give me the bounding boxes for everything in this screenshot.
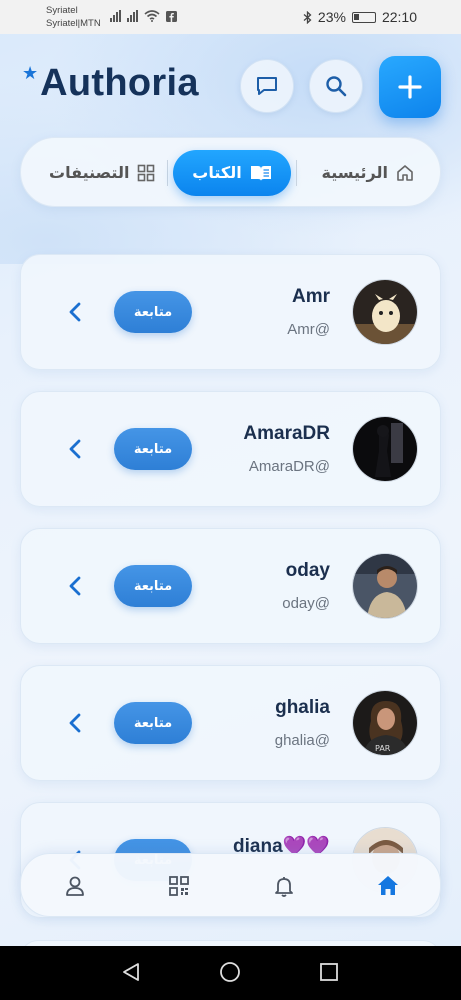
user-handle: AmaraDR@	[248, 458, 330, 475]
carrier-line-1: Syriatel	[46, 5, 78, 16]
system-nav-bar	[0, 946, 461, 1000]
app-title: Authoria	[40, 62, 199, 104]
clock: 22:10	[381, 9, 417, 25]
nav-categories[interactable]	[165, 872, 193, 900]
star-icon: ★	[22, 63, 39, 83]
user-card[interactable]: oday oday@ متابعة	[20, 528, 441, 644]
status-bar: Syriatel Syriatel|MTN 23% 22:10	[0, 0, 461, 34]
back-icon[interactable]	[120, 961, 142, 983]
user-name: AmaraDR	[243, 423, 330, 444]
add-button[interactable]	[379, 56, 441, 118]
messages-button[interactable]	[240, 59, 294, 113]
avatar[interactable]	[352, 279, 418, 345]
status-right: 23% 22:10	[303, 9, 417, 25]
chevron-left-icon[interactable]	[65, 575, 85, 597]
app-logo: ★ Authoria	[22, 62, 199, 105]
recents-icon[interactable]	[318, 961, 340, 983]
search-icon	[326, 76, 347, 97]
user-handle: oday@	[282, 595, 330, 612]
nav-notifications[interactable]	[270, 872, 298, 900]
carrier-line-2: Syriatel|MTN	[46, 18, 101, 29]
avatar[interactable]: PAR	[352, 690, 418, 756]
nav-home[interactable]	[374, 872, 402, 900]
top-tabs: التصنيفات الكتاب الرئيسية	[20, 137, 441, 207]
signal-icons	[110, 10, 177, 22]
tab-authors[interactable]: الكتاب	[173, 150, 291, 196]
tab-home-label: الرئيسية	[321, 165, 389, 182]
carrier-info: Syriatel Syriatel|MTN	[46, 4, 101, 30]
tab-divider	[167, 160, 168, 186]
chevron-left-icon[interactable]	[65, 301, 85, 323]
grid-icon	[138, 164, 155, 182]
home-circle-icon[interactable]	[219, 961, 241, 983]
chat-icon	[257, 77, 277, 95]
tab-categories[interactable]: التصنيفات	[49, 138, 155, 208]
follow-button[interactable]: متابعة	[114, 702, 192, 744]
book-icon	[250, 166, 271, 181]
battery-percent: 23%	[317, 9, 346, 25]
tab-categories-label: التصنيفات	[49, 165, 130, 182]
user-card[interactable]: Amr Amr@ متابعة	[20, 254, 441, 370]
facebook-icon	[166, 10, 177, 22]
user-name: Amr	[291, 286, 330, 307]
nav-profile[interactable]	[61, 872, 89, 900]
tab-home[interactable]: الرئيسية	[322, 138, 415, 208]
home-icon	[378, 876, 398, 895]
profile-icon	[66, 876, 84, 896]
chevron-left-icon[interactable]	[65, 712, 85, 734]
signal-icon	[127, 10, 138, 22]
tab-authors-label: الكتاب	[192, 165, 242, 182]
avatar[interactable]	[352, 553, 418, 619]
user-card[interactable]: PAR ghalia ghalia@ متابعة	[20, 665, 441, 781]
user-handle: ghalia@	[274, 732, 330, 749]
bottom-nav	[20, 853, 441, 917]
bell-icon	[275, 877, 293, 897]
wifi-icon	[144, 10, 160, 22]
search-button[interactable]	[309, 59, 363, 113]
user-name: oday	[285, 560, 330, 581]
svg-text:PAR: PAR	[375, 744, 391, 753]
user-name: ghalia	[275, 697, 330, 718]
chevron-left-icon[interactable]	[65, 438, 85, 460]
follow-button[interactable]: متابعة	[114, 565, 192, 607]
follow-button[interactable]: متابعة	[114, 291, 192, 333]
plus-icon	[398, 75, 422, 99]
tab-divider	[296, 160, 297, 186]
bluetooth-icon	[303, 10, 312, 24]
signal-icon	[110, 10, 121, 22]
grid-icon	[169, 876, 189, 896]
user-card[interactable]: AmaraDR AmaraDR@ متابعة	[20, 391, 441, 507]
user-handle: Amr@	[287, 321, 330, 338]
follow-button[interactable]: متابعة	[114, 428, 192, 470]
battery-icon	[351, 11, 376, 23]
home-icon	[397, 165, 413, 181]
avatar[interactable]	[352, 416, 418, 482]
